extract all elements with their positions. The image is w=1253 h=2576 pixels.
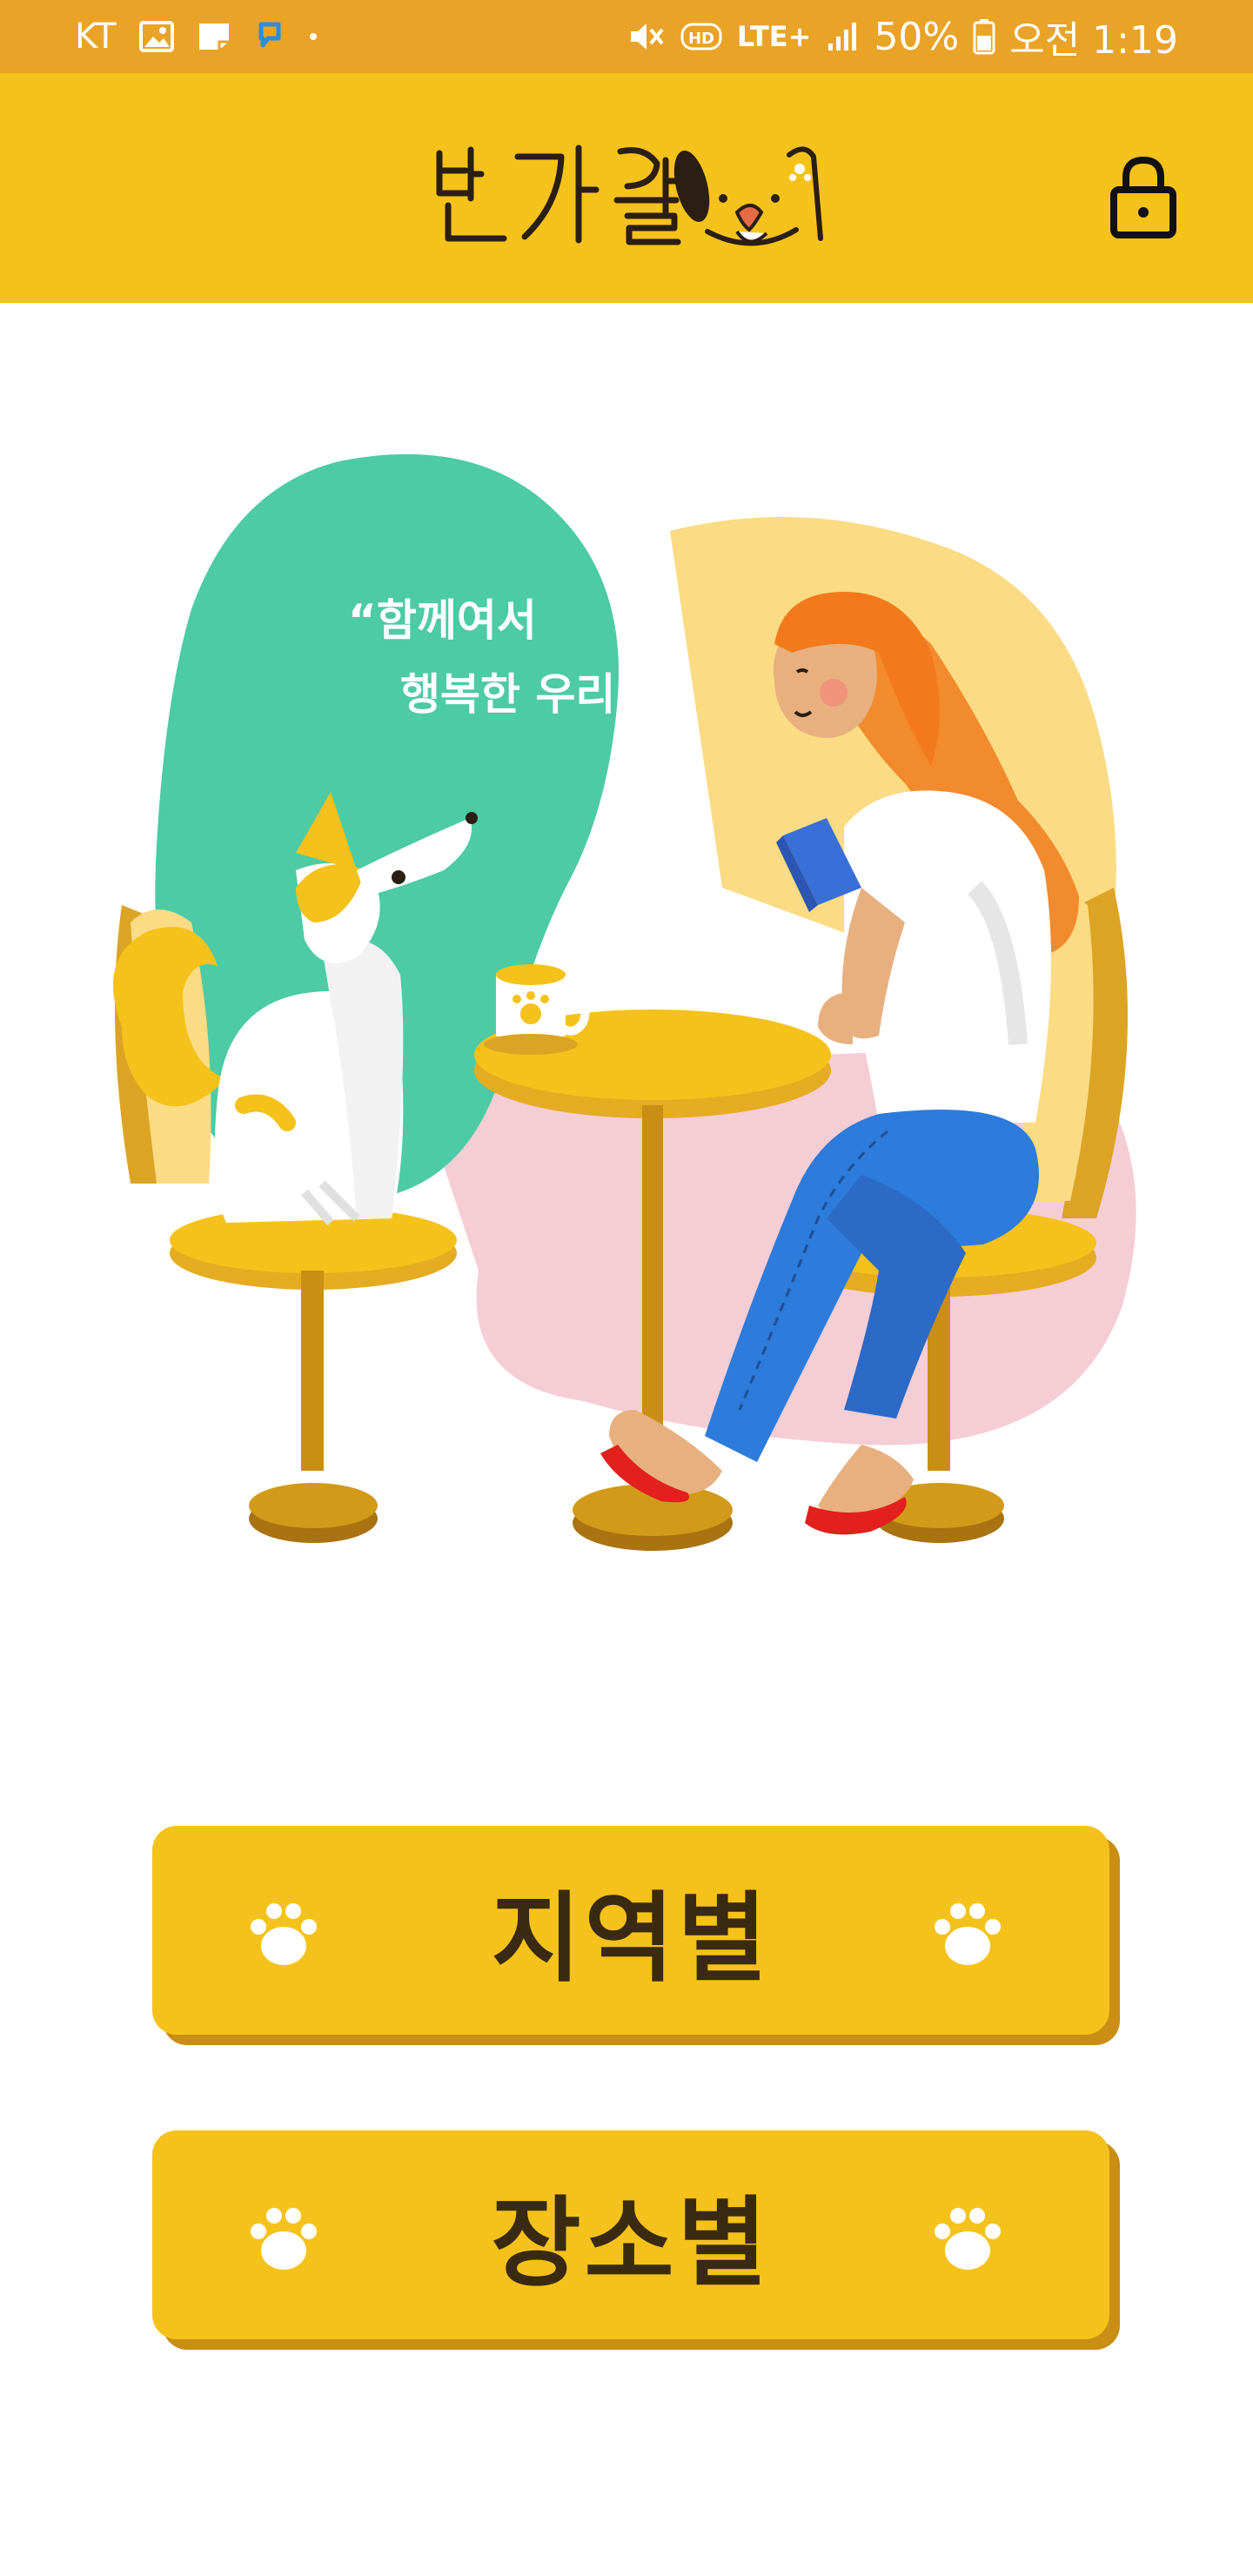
clock: 오전 1:19 (1009, 18, 1178, 63)
gallery-icon (138, 21, 174, 52)
status-right: HD LTE+ 50% 오전 1:19 (627, 0, 1178, 73)
lock-button[interactable] (1109, 153, 1178, 240)
paw-icon (251, 2208, 317, 2270)
speech-line-2: 행복한 우리” (400, 669, 644, 720)
place-button-label: 장소별 (491, 2187, 771, 2300)
paw-icon (251, 1903, 317, 1965)
app-logo (431, 125, 831, 265)
battery-percent: 50% (874, 14, 960, 59)
place-button[interactable]: 장소별 (152, 2130, 1109, 2339)
mute-icon (627, 19, 666, 54)
lock-icon (1110, 156, 1176, 238)
talk-icon (254, 19, 285, 54)
dot-icon (308, 31, 318, 42)
hero-illustration: “함께여서 행복한 우리” (96, 435, 1175, 1593)
speech-line-1: “함께여서 (348, 595, 537, 646)
status-bar: KT HD LTE+ 50% 오전 1:19 (0, 0, 1253, 73)
region-button[interactable]: 지역별 (152, 1826, 1109, 2035)
hd-icon: HD (680, 19, 723, 54)
paw-icon (935, 1903, 1001, 1965)
dog-logo (673, 146, 823, 246)
carrier-label: KT (75, 17, 117, 57)
battery-icon (973, 18, 995, 55)
signal-icon (825, 19, 860, 54)
app-header (0, 73, 1253, 303)
network-label: LTE+ (736, 20, 812, 53)
paw-icon (935, 2208, 1001, 2270)
note-icon (197, 21, 231, 52)
region-button-label: 지역별 (491, 1882, 771, 1996)
hd-label: HD (688, 30, 714, 48)
status-left: KT (75, 0, 318, 73)
